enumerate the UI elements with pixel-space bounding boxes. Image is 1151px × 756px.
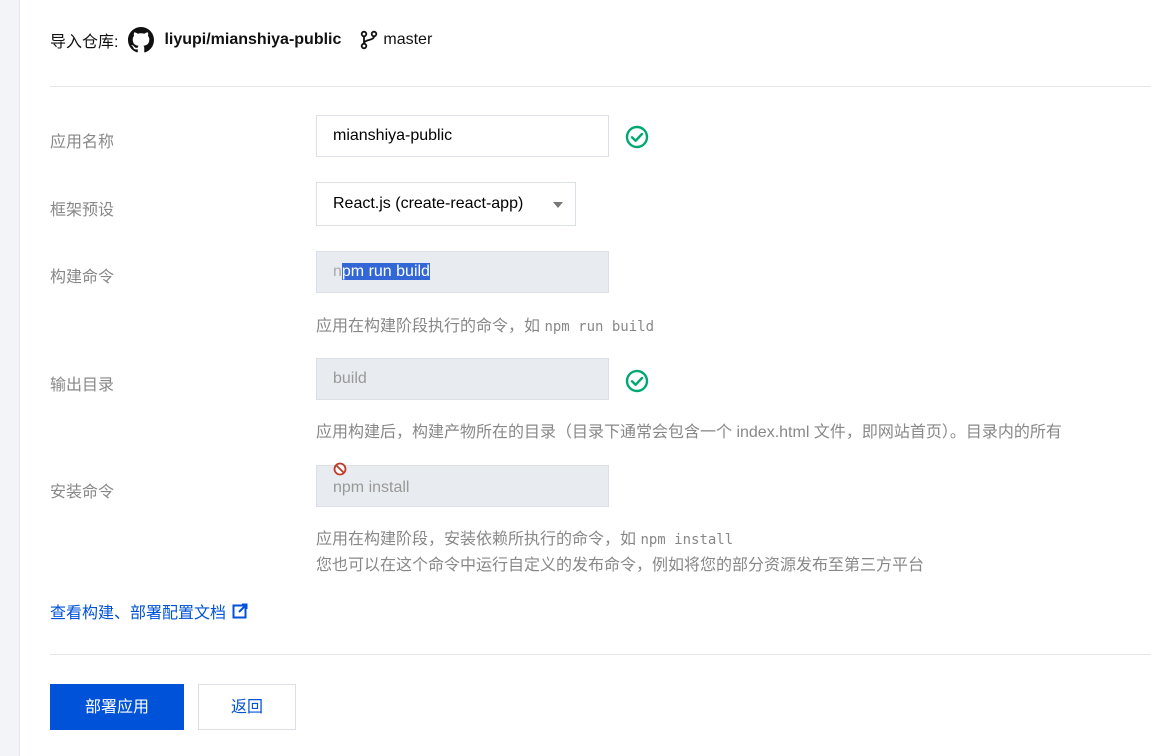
- branch-name: master: [383, 31, 433, 48]
- app-name-label: 应用名称: [50, 134, 115, 151]
- install-command-hint: 应用在构建阶段，安装依赖所执行的命令，如 npm install: [316, 525, 733, 549]
- install-command-hint-line2: 您也可以在这个命令中运行自定义的发布命令，例如将您的部分资源发布至第三方平台: [316, 557, 925, 574]
- footer-divider: [50, 654, 1151, 655]
- output-dir-label: 输出目录: [50, 377, 115, 394]
- check-circle-icon: [625, 125, 649, 149]
- external-link-icon: [232, 603, 248, 619]
- build-command-label: 构建命令: [50, 269, 115, 286]
- build-command-selected-text: pm run build: [341, 263, 430, 280]
- repo-label: 导入仓库:: [50, 34, 119, 51]
- not-allowed-cursor-icon: [333, 462, 347, 476]
- output-dir-hint: 应用构建后，构建产物所在的目录（目录下通常会包含一个 index.html 文件…: [316, 424, 1062, 441]
- framework-label: 框架预设: [50, 202, 115, 219]
- install-command-label: 安装命令: [50, 484, 115, 501]
- build-command-prefix: n: [333, 263, 342, 280]
- chevron-down-icon: [553, 202, 563, 208]
- install-command-hint-code: npm install: [640, 532, 734, 548]
- framework-value: React.js (create-react-app): [333, 195, 524, 212]
- check-circle-icon: [625, 369, 649, 393]
- build-command-hint-code: npm run build: [544, 319, 655, 335]
- build-command-hint: 应用在构建阶段执行的命令，如 npm run build: [316, 312, 654, 336]
- install-command-input[interactable]: npm install: [316, 465, 609, 507]
- repo-name: liyupi/mianshiya-public: [164, 31, 342, 48]
- app-name-input[interactable]: mianshiya-public: [316, 115, 609, 157]
- git-branch-icon: [361, 30, 378, 50]
- deploy-config-panel: 导入仓库: liyupi/mianshiya-public master 应用名…: [19, 0, 1151, 756]
- deploy-app-button[interactable]: 部署应用: [50, 684, 184, 730]
- framework-select[interactable]: React.js (create-react-app): [316, 182, 576, 226]
- config-doc-link-text: 查看构建、部署配置文档: [50, 605, 227, 622]
- back-button[interactable]: 返回: [198, 684, 296, 730]
- repo-header: 导入仓库: liyupi/mianshiya-public master: [50, 24, 432, 56]
- install-command-hint-text: 应用在构建阶段，安装依赖所执行的命令，如: [316, 531, 641, 548]
- github-icon: [128, 27, 155, 53]
- config-doc-link[interactable]: 查看构建、部署配置文档: [50, 599, 248, 623]
- build-command-input[interactable]: npm run build: [316, 251, 609, 293]
- output-dir-input[interactable]: build: [316, 358, 609, 400]
- header-divider: [50, 86, 1151, 87]
- build-command-hint-text: 应用在构建阶段执行的命令，如: [316, 318, 545, 335]
